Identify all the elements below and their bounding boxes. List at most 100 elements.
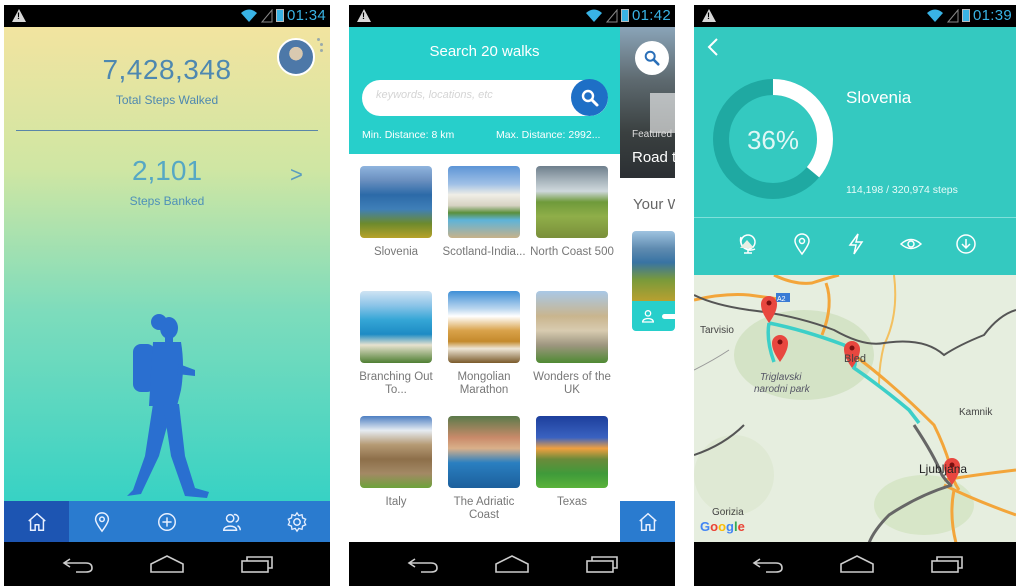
- recents-icon: [931, 556, 963, 573]
- walk-card[interactable]: The Adriatic Coast: [448, 416, 520, 522]
- back-icon: [752, 558, 783, 573]
- back-button[interactable]: [706, 37, 720, 63]
- home-outline-icon: [495, 555, 529, 573]
- banked-steps-value[interactable]: 2,101: [4, 155, 330, 187]
- eye-icon: [899, 238, 923, 250]
- featured-label: Featured: [632, 129, 673, 140]
- home-outline-icon: [150, 555, 184, 573]
- steps-progress: 114,198 / 320,974 steps: [846, 184, 958, 196]
- map-pin-icon: [94, 512, 109, 533]
- search-input[interactable]: [376, 89, 566, 101]
- walk-name: Wonders of the UK: [533, 371, 611, 396]
- walk-thumbnail: [448, 416, 520, 488]
- user-icon: [641, 310, 655, 323]
- home-outline-icon: [840, 555, 874, 573]
- your-walks-heading: Your W: [633, 196, 675, 213]
- signal-icon: [946, 8, 959, 22]
- max-distance-filter[interactable]: Max. Distance: 2992...: [496, 129, 600, 141]
- recents-icon: [586, 556, 618, 573]
- walk-card[interactable]: Scotland-India...: [442, 166, 526, 259]
- walk-thumbnail: [536, 291, 608, 363]
- walk-name: Branching Out To...: [359, 371, 433, 396]
- back-nav-button[interactable]: [750, 552, 786, 576]
- banked-steps-label: Steps Banked: [129, 194, 205, 208]
- total-steps-label: Total Steps Walked: [115, 93, 219, 107]
- tab-walks[interactable]: [69, 501, 134, 543]
- featured-search-button[interactable]: [635, 41, 669, 75]
- tab-view[interactable]: [899, 232, 923, 256]
- min-distance-filter[interactable]: Min. Distance: 8 km: [362, 129, 454, 141]
- back-nav-button[interactable]: [405, 552, 441, 576]
- home-nav-button[interactable]: [494, 552, 530, 576]
- phone-search: 01:42 Search 20 walks Min. Distance: 8 k…: [349, 0, 675, 586]
- tab-home[interactable]: [620, 501, 675, 543]
- walk-card[interactable]: Mongolian Marathon: [448, 291, 520, 397]
- lightning-icon: [848, 233, 864, 255]
- walk-thumbnail: [360, 166, 432, 238]
- route-map[interactable]: A2 Tarvisio Triglavski narodni park Bled…: [694, 275, 1016, 543]
- progress-percent: 36%: [746, 125, 800, 155]
- download-icon: [956, 234, 976, 254]
- home-nav-button[interactable]: [149, 552, 185, 576]
- back-icon: [407, 558, 438, 573]
- map-label: narodni park: [754, 384, 810, 395]
- tab-friends[interactable]: [200, 501, 265, 543]
- map-label: Bled: [844, 353, 867, 365]
- walk-name: North Coast 500: [530, 246, 614, 258]
- map-label: Triglavski: [760, 372, 802, 383]
- walk-card[interactable]: Wonders of the UK: [533, 291, 611, 397]
- divider: [694, 217, 1016, 218]
- tab-settings[interactable]: [265, 501, 330, 543]
- system-nav-bar: [349, 542, 675, 586]
- wifi-icon: [240, 9, 257, 22]
- walk-name: Italy: [385, 496, 407, 508]
- recents-nav-button[interactable]: [584, 552, 620, 576]
- home-icon: [27, 512, 46, 531]
- your-walk-card[interactable]: [632, 231, 675, 331]
- back-icon: [62, 558, 93, 573]
- tab-add[interactable]: [134, 501, 199, 543]
- featured-walk-card[interactable]: Featured Road t: [620, 27, 675, 178]
- tab-download[interactable]: [954, 232, 978, 256]
- active-tab-indicator: [740, 240, 754, 248]
- walk-name: Mongolian Marathon: [457, 371, 511, 396]
- walk-card[interactable]: Branching Out To...: [359, 291, 433, 397]
- battery-icon: [620, 9, 629, 22]
- featured-title: Road t: [632, 149, 675, 166]
- more-dots-icon[interactable]: [315, 38, 323, 54]
- road-badge-text: A2: [777, 296, 786, 303]
- walk-thumbnail: [448, 291, 520, 363]
- users-icon: [223, 513, 242, 531]
- search-button[interactable]: [571, 79, 608, 116]
- walk-title: Slovenia: [846, 88, 912, 107]
- walk-thumbnail: [360, 416, 432, 488]
- chevron-left-icon: [707, 38, 718, 56]
- walk-card[interactable]: North Coast 500: [530, 166, 614, 259]
- tab-home[interactable]: [4, 501, 70, 543]
- signal-icon: [260, 8, 273, 22]
- your-walk-thumbnail: [632, 231, 675, 301]
- tab-activity[interactable]: [844, 232, 868, 256]
- google-logo: Google: [700, 519, 745, 534]
- phone-dashboard: 01:34 7,428,348 Total Steps Walked 2,101…: [4, 0, 330, 586]
- back-nav-button[interactable]: [60, 552, 96, 576]
- featured-image-overlay: [650, 93, 675, 133]
- chevron-right-icon[interactable]: >: [290, 162, 303, 188]
- walk-thumbnail: [360, 291, 432, 363]
- search-header: Search 20 walks Min. Distance: 8 km Max.…: [349, 27, 620, 154]
- plus-circle-icon: [158, 513, 176, 531]
- recents-nav-button[interactable]: [239, 552, 275, 576]
- walk-name: The Adriatic Coast: [453, 496, 515, 521]
- walk-card[interactable]: Italy: [360, 416, 432, 509]
- phone-walk-detail: 01:39 36% Slovenia 114,198 / 320,974 ste…: [694, 0, 1016, 586]
- walk-card[interactable]: Texas: [536, 416, 608, 509]
- walk-card[interactable]: Slovenia: [360, 166, 432, 259]
- gear-icon: [287, 511, 307, 533]
- recents-nav-button[interactable]: [929, 552, 965, 576]
- walk-thumbnail: [536, 416, 608, 488]
- home-nav-button[interactable]: [839, 552, 875, 576]
- tab-locations[interactable]: [790, 232, 814, 256]
- signal-icon: [605, 8, 618, 22]
- walk-thumbnail: [536, 166, 608, 238]
- wifi-icon: [585, 9, 602, 22]
